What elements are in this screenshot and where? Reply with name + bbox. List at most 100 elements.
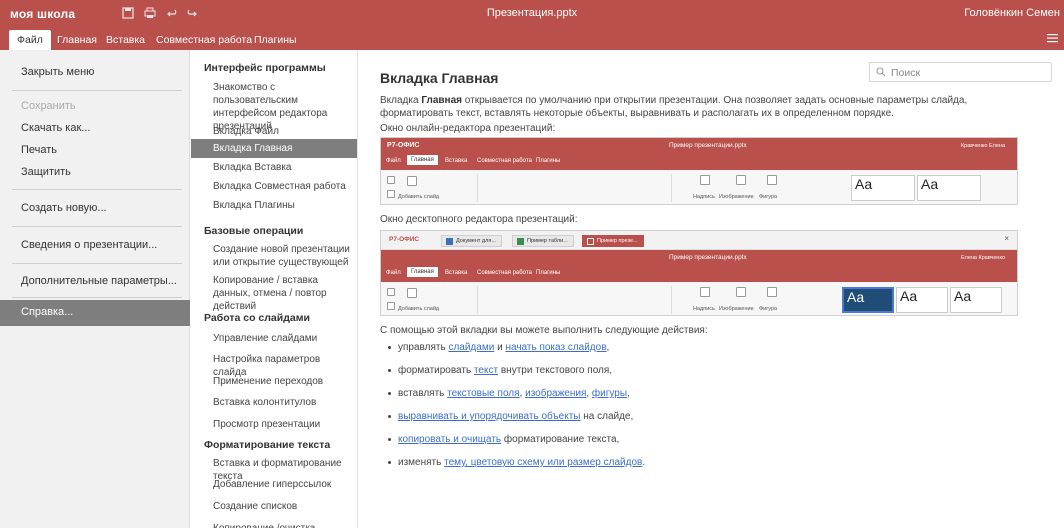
advanced-settings-item[interactable]: Дополнительные параметры... — [0, 269, 190, 295]
help-item[interactable]: Справка... — [0, 300, 190, 326]
tab-file[interactable]: Файл — [9, 30, 51, 50]
copy-icon — [387, 288, 395, 296]
help-topic-link-active[interactable]: Вкладка Главная — [191, 139, 357, 158]
screenshot-toolbar: Добавить слайд Надпись Изображение Фигур… — [381, 282, 1017, 315]
help-section-title: Интерфейс программы — [204, 62, 326, 74]
theme-thumbnail: Aa — [851, 175, 915, 201]
screenshot-label: Надпись — [693, 194, 715, 200]
theme-thumbnail: Aa — [917, 175, 981, 201]
image-icon — [736, 175, 746, 185]
menu-divider — [12, 90, 182, 91]
theme-thumbnail: Aa — [950, 287, 1002, 313]
help-topic-link[interactable]: Копирование / вставка данных, отмена / п… — [191, 271, 357, 316]
menu-divider — [12, 226, 182, 227]
screenshot-title: Пример презентации.pptx — [669, 142, 747, 149]
tab-home[interactable]: Главная — [49, 30, 105, 50]
toolbar-divider — [671, 174, 672, 202]
presentation-info-item[interactable]: Сведения о презентации... — [0, 233, 190, 259]
help-topic-link[interactable]: Вкладка Вставка — [191, 158, 357, 177]
paste-icon — [387, 190, 395, 198]
text-link[interactable]: текст — [474, 365, 498, 376]
copy-clear-formatting-link[interactable]: копировать и очищать — [398, 434, 501, 445]
search-placeholder: Поиск — [891, 67, 921, 79]
help-topic-link[interactable]: Добавление гиперссылок — [191, 475, 357, 494]
screenshot-logo: Р7-ОФИС — [389, 236, 420, 243]
theme-thumbnail: Aa — [842, 287, 894, 313]
align-arrange-link[interactable]: выравнивать и упорядочивать объекты — [398, 411, 580, 422]
shape-icon — [767, 175, 777, 185]
screenshot-tab: Плагины — [536, 158, 561, 164]
help-section-title: Работа со слайдами — [204, 312, 310, 324]
screenshot-shape: Фигура — [759, 194, 778, 200]
screenshot-add-slide: Добавить слайд — [398, 306, 440, 312]
toolbar-divider — [477, 174, 478, 202]
close-icon: × — [1004, 234, 1009, 243]
menu-divider — [12, 263, 182, 264]
help-topic-link[interactable]: Применение переходов — [191, 372, 357, 391]
tab-collaboration[interactable]: Совместная работа — [148, 30, 260, 50]
screenshot-logo: Р7-ОФИС — [387, 142, 420, 149]
tab-plugins[interactable]: Плагины — [246, 30, 305, 50]
menu-divider — [12, 297, 182, 298]
article-title: Вкладка Главная — [380, 70, 499, 86]
desktop-caption: Окно десктопного редактора презентаций: — [380, 214, 578, 225]
help-topic-link[interactable]: Создание списков — [191, 497, 357, 516]
image-icon — [736, 287, 746, 297]
help-topic-link[interactable]: Просмотр презентации — [191, 415, 357, 434]
create-new-item[interactable]: Создать новую... — [0, 196, 190, 222]
help-topic-link[interactable]: Вставка колонтитулов — [191, 393, 357, 412]
shape-icon — [767, 287, 777, 297]
screenshot-toolbar: Добавить слайд Надпись Изображение Фигур… — [381, 170, 1017, 204]
help-topic-link[interactable]: Создание новой презентации или открытие … — [191, 240, 357, 272]
screenshot-tab: Файл — [386, 158, 401, 164]
help-topic-link[interactable]: Копирование /очистка форматирования — [191, 519, 357, 528]
list-item: выравнивать и упорядочивать объекты на с… — [388, 411, 645, 434]
help-topic-link[interactable]: Вкладка Совместная работа — [191, 177, 357, 196]
text-boxes-link[interactable]: текстовые поля — [447, 388, 519, 399]
close-menu-item[interactable]: Закрыть меню — [0, 60, 190, 86]
screenshot-header: Пример презентации.pptx Елена Кравченко … — [381, 250, 1017, 282]
screenshot-tab-active: Главная — [407, 155, 438, 165]
add-slide-icon — [407, 288, 417, 298]
screenshot-title: Пример презентации.pptx — [669, 254, 747, 261]
online-caption: Окно онлайн-редактора презентаций: — [380, 123, 556, 134]
actions-list: управлять слайдами и начать показ слайдо… — [388, 342, 645, 480]
help-article: Поиск Вкладка Главная Вкладка Главная от… — [359, 50, 1064, 528]
help-section-title: Форматирование текста — [204, 439, 331, 451]
paste-icon — [387, 302, 395, 310]
screenshot-tab: Плагины — [536, 270, 561, 276]
tab-insert[interactable]: Вставка — [98, 30, 153, 50]
menu-bar: Файл Главная Вставка Совместная работа П… — [0, 28, 1064, 50]
screenshot-window-tabs: Р7-ОФИС Документ для... Пример табли... … — [381, 231, 1017, 250]
title-bar: моя школа Презентация.pptx Головёнкин Се… — [0, 0, 1064, 28]
file-menu-panel: Закрыть меню Сохранить Скачать как... Пе… — [0, 50, 190, 528]
screenshot-tab-active: Главная — [407, 267, 438, 277]
screenshot-doc-tab: Пример табли... — [512, 235, 574, 247]
user-name[interactable]: Головёнкин Семен — [964, 7, 1060, 19]
theme-thumbnail: Aa — [896, 287, 948, 313]
shapes-link[interactable]: фигуры — [592, 388, 627, 399]
search-icon — [876, 67, 886, 77]
theme-color-size-link[interactable]: тему, цветовую схему или размер слайдов — [444, 457, 642, 468]
screenshot-user: Елена Кравченко — [960, 255, 1005, 261]
help-section-title: Базовые операции — [204, 225, 304, 237]
screenshot-image: Изображение — [719, 306, 754, 312]
menu-hamburger-icon[interactable] — [1047, 33, 1058, 43]
protect-item[interactable]: Защитить — [0, 160, 190, 186]
text-box-icon — [700, 175, 710, 185]
screenshot-shape: Фигура — [759, 306, 778, 312]
slides-link[interactable]: слайдами — [448, 342, 494, 353]
screenshot-image: Изображение — [719, 194, 754, 200]
start-slideshow-link[interactable]: начать показ слайдов — [505, 342, 606, 353]
document-title: Презентация.pptx — [486, 7, 578, 19]
list-item: копировать и очищать форматирование текс… — [388, 434, 645, 457]
screenshot-tab: Вставка — [445, 158, 468, 164]
help-topic-link[interactable]: Управление слайдами — [191, 329, 357, 348]
images-link[interactable]: изображения — [525, 388, 586, 399]
help-topic-link[interactable]: Вкладка Плагины — [191, 196, 357, 215]
screenshot-doc-tab-active: Пример презе... — [582, 235, 644, 247]
list-item: управлять слайдами и начать показ слайдо… — [388, 342, 645, 365]
help-search-box[interactable]: Поиск — [869, 62, 1052, 82]
online-editor-screenshot: Р7-ОФИС Пример презентации.pptx Кравченк… — [380, 137, 1018, 205]
list-item: вставлять текстовые поля, изображения, ф… — [388, 388, 645, 411]
